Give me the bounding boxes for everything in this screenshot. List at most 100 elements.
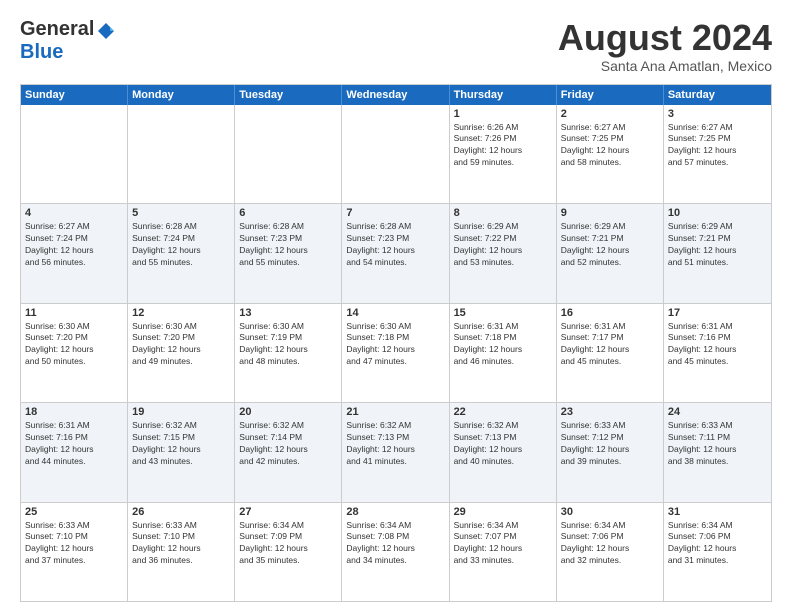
empty-cell <box>342 105 449 203</box>
cell-line: Daylight: 12 hours <box>25 543 123 555</box>
cell-line: Sunset: 7:22 PM <box>454 233 552 245</box>
cell-line: Sunset: 7:21 PM <box>668 233 767 245</box>
cell-line: Sunset: 7:15 PM <box>132 432 230 444</box>
cell-line: Sunset: 7:23 PM <box>346 233 444 245</box>
day-cell-15: 15Sunrise: 6:31 AMSunset: 7:18 PMDayligh… <box>450 304 557 402</box>
cell-line: Sunset: 7:09 PM <box>239 531 337 543</box>
cell-line: and 35 minutes. <box>239 555 337 567</box>
calendar-row-4: 25Sunrise: 6:33 AMSunset: 7:10 PMDayligh… <box>21 502 771 601</box>
cell-line: Sunrise: 6:26 AM <box>454 122 552 134</box>
cell-line: Daylight: 12 hours <box>561 145 659 157</box>
day-number: 9 <box>561 207 659 219</box>
cell-line: and 34 minutes. <box>346 555 444 567</box>
cell-line: Sunrise: 6:30 AM <box>25 321 123 333</box>
day-number: 21 <box>346 406 444 418</box>
day-number: 5 <box>132 207 230 219</box>
day-cell-23: 23Sunrise: 6:33 AMSunset: 7:12 PMDayligh… <box>557 403 664 501</box>
weekday-header-tuesday: Tuesday <box>235 85 342 105</box>
cell-line: Sunrise: 6:32 AM <box>132 420 230 432</box>
day-cell-29: 29Sunrise: 6:34 AMSunset: 7:07 PMDayligh… <box>450 503 557 601</box>
day-number: 25 <box>25 506 123 518</box>
cell-line: Sunset: 7:10 PM <box>25 531 123 543</box>
day-cell-16: 16Sunrise: 6:31 AMSunset: 7:17 PMDayligh… <box>557 304 664 402</box>
cell-line: and 47 minutes. <box>346 356 444 368</box>
cell-line: Sunrise: 6:27 AM <box>668 122 767 134</box>
cell-line: and 32 minutes. <box>561 555 659 567</box>
cell-line: and 51 minutes. <box>668 257 767 269</box>
cell-line: Sunrise: 6:33 AM <box>132 520 230 532</box>
cell-line: Sunrise: 6:31 AM <box>668 321 767 333</box>
cell-line: Sunrise: 6:31 AM <box>25 420 123 432</box>
cell-line: and 56 minutes. <box>25 257 123 269</box>
cell-line: and 52 minutes. <box>561 257 659 269</box>
cell-line: Sunset: 7:14 PM <box>239 432 337 444</box>
cell-line: Daylight: 12 hours <box>25 344 123 356</box>
cell-line: and 45 minutes. <box>668 356 767 368</box>
cell-line: Daylight: 12 hours <box>346 543 444 555</box>
day-number: 12 <box>132 307 230 319</box>
cell-line: Sunset: 7:16 PM <box>25 432 123 444</box>
weekday-header-friday: Friday <box>557 85 664 105</box>
weekday-header-wednesday: Wednesday <box>342 85 449 105</box>
cell-line: and 43 minutes. <box>132 456 230 468</box>
cell-line: Daylight: 12 hours <box>668 344 767 356</box>
day-number: 28 <box>346 506 444 518</box>
page: General Blue August 2024 Santa Ana Amatl… <box>0 0 792 612</box>
cell-line: Daylight: 12 hours <box>132 245 230 257</box>
calendar-row-0: 1 Sunrise: 6:26 AMSunset: 7:26 PM Daylight… <box>21 105 771 203</box>
day-cell-7: 7Sunrise: 6:28 AMSunset: 7:23 PMDaylight… <box>342 204 449 302</box>
cell-line: Daylight: 12 hours <box>668 145 767 157</box>
cell-line: Daylight: 12 hours <box>561 245 659 257</box>
day-number: 16 <box>561 307 659 319</box>
cell-line: Sunrise: 6:29 AM <box>561 221 659 233</box>
cell-line: Daylight: 12 hours <box>346 245 444 257</box>
cell-line: Sunset: 7:13 PM <box>454 432 552 444</box>
title-area: August 2024 Santa Ana Amatlan, Mexico <box>558 18 772 74</box>
cell-line: Daylight: 12 hours <box>454 245 552 257</box>
logo: General Blue <box>20 18 114 64</box>
day-cell-20: 20Sunrise: 6:32 AMSunset: 7:14 PMDayligh… <box>235 403 342 501</box>
calendar-row-3: 18Sunrise: 6:31 AMSunset: 7:16 PMDayligh… <box>21 402 771 501</box>
cell-line: and 31 minutes. <box>668 555 767 567</box>
cell-line: Sunset: 7:25 PM <box>561 133 659 145</box>
day-cell-18: 18Sunrise: 6:31 AMSunset: 7:16 PMDayligh… <box>21 403 128 501</box>
cell-line: Sunset: 7:16 PM <box>668 332 767 344</box>
cell-line: Daylight: 12 hours <box>132 543 230 555</box>
day-number: 31 <box>668 506 767 518</box>
cell-line: Sunset: 7:20 PM <box>25 332 123 344</box>
cell-line: and 40 minutes. <box>454 456 552 468</box>
day-number: 30 <box>561 506 659 518</box>
calendar-header: SundayMondayTuesdayWednesdayThursdayFrid… <box>21 85 771 105</box>
cell-line: Sunset: 7:26 PM <box>454 133 552 145</box>
cell-line: Sunset: 7:11 PM <box>668 432 767 444</box>
weekday-header-monday: Monday <box>128 85 235 105</box>
calendar-row-2: 11Sunrise: 6:30 AMSunset: 7:20 PMDayligh… <box>21 303 771 402</box>
weekday-header-sunday: Sunday <box>21 85 128 105</box>
cell-line: Sunrise: 6:30 AM <box>346 321 444 333</box>
cell-line: Sunrise: 6:33 AM <box>668 420 767 432</box>
day-cell-24: 24Sunrise: 6:33 AMSunset: 7:11 PMDayligh… <box>664 403 771 501</box>
cell-line: Sunrise: 6:34 AM <box>668 520 767 532</box>
day-cell-9: 9 Sunrise: 6:29 AMSunset: 7:21 PMDaylight… <box>557 204 664 302</box>
day-cell-13: 13Sunrise: 6:30 AMSunset: 7:19 PMDayligh… <box>235 304 342 402</box>
cell-line: Sunset: 7:17 PM <box>561 332 659 344</box>
day-cell-4: 4Sunrise: 6:27 AMSunset: 7:24 PMDaylight… <box>21 204 128 302</box>
day-number: 20 <box>239 406 337 418</box>
header: General Blue August 2024 Santa Ana Amatl… <box>20 18 772 74</box>
day-number: 23 <box>561 406 659 418</box>
day-cell-8: 8Sunrise: 6:29 AMSunset: 7:22 PMDaylight… <box>450 204 557 302</box>
calendar-body: 1 Sunrise: 6:26 AMSunset: 7:26 PM Daylight… <box>21 105 771 601</box>
cell-line: and 58 minutes. <box>561 157 659 169</box>
day-number: 4 <box>25 207 123 219</box>
day-number: 27 <box>239 506 337 518</box>
day-cell-22: 22Sunrise: 6:32 AMSunset: 7:13 PMDayligh… <box>450 403 557 501</box>
cell-line: Daylight: 12 hours <box>561 543 659 555</box>
cell-line: Daylight: 12 hours <box>561 344 659 356</box>
cell-line: Daylight: 12 hours <box>454 543 552 555</box>
day-number: 18 <box>25 406 123 418</box>
day-cell-19: 19Sunrise: 6:32 AMSunset: 7:15 PMDayligh… <box>128 403 235 501</box>
cell-line: Sunset: 7:21 PM <box>561 233 659 245</box>
cell-line: Sunrise: 6:27 AM <box>25 221 123 233</box>
cell-line: and 33 minutes. <box>454 555 552 567</box>
day-number: 1 <box>454 108 552 120</box>
